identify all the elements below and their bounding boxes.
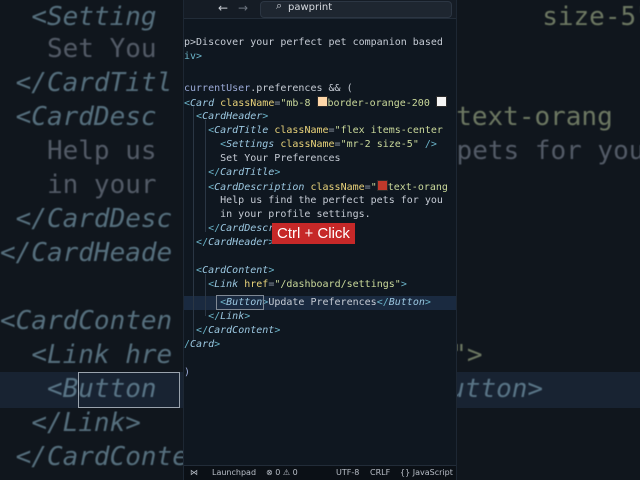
workspace-name: pawprint <box>288 2 333 13</box>
code-line: <Card className="mb-8 border-orange-200 <box>184 96 447 111</box>
code-line: <Settings className="mr-2 size-5" /> <box>220 139 437 150</box>
code-line: in your profile settings. <box>220 209 371 220</box>
code-line: iv> <box>184 51 203 62</box>
bg-line: </Link> <box>31 408 141 438</box>
bg-line: </CardConte <box>15 442 188 472</box>
code-line: p>Discover your perfect pet companion ba… <box>184 37 443 48</box>
code-line: Set Your Preferences <box>220 153 341 164</box>
code-line: /Card> <box>184 339 221 350</box>
bg-line: </CardTitl <box>15 68 173 98</box>
bg-line: Set You <box>46 34 157 64</box>
back-arrow-icon[interactable]: ← <box>218 1 228 15</box>
code-line: <CardDescription className=" text-orang <box>208 180 448 193</box>
bg-line: <CardConten <box>0 306 173 336</box>
search-icon: ⌕ <box>276 0 283 12</box>
background-selection-box <box>78 372 180 408</box>
problems-indicator[interactable]: ⊗ 0 ⚠ 0 <box>266 468 298 477</box>
code-line: </CardTitle> <box>208 167 281 178</box>
line-ending-indicator[interactable]: CRLF <box>370 468 390 477</box>
color-swatch-orange <box>316 96 328 107</box>
remote-icon[interactable]: ⋈ <box>190 468 198 477</box>
code-line: <CardTitle className="flex items-center <box>208 125 443 136</box>
code-line: currentUser.preferences && ( <box>184 83 353 94</box>
code-line: <CardContent> <box>196 265 275 276</box>
shortcut-overlay-badge: Ctrl + Click <box>272 223 355 244</box>
code-line: ) <box>184 367 191 378</box>
hover-selection-box <box>216 295 264 310</box>
status-bar: ⋈ Launchpad ⊗ 0 ⚠ 0 UTF-8 CRLF {} JavaSc… <box>184 465 456 480</box>
title-bar: ← → ⌕ pawprint <box>184 0 456 19</box>
encoding-indicator[interactable]: UTF-8 <box>336 468 359 477</box>
forward-arrow-icon[interactable]: → <box>238 1 248 15</box>
color-swatch-red <box>376 180 388 191</box>
language-mode[interactable]: {} JavaScript <box>400 468 453 477</box>
code-line: </CardDescr <box>208 223 275 234</box>
bg-line: </CardHeade <box>0 238 173 268</box>
bg-line: </CardDesc <box>15 204 173 234</box>
code-line: <Link href="/dashboard/settings"> <box>208 279 407 290</box>
launchpad-button[interactable]: Launchpad <box>212 468 256 477</box>
code-line: </CardHeader> <box>196 237 274 248</box>
code-line: Help us find the perfect pets for you <box>220 195 443 206</box>
bg-line: in your <box>46 170 157 200</box>
color-swatch-white <box>435 96 447 107</box>
code-line: </CardContent> <box>196 325 281 336</box>
code-line: </Link> <box>208 311 251 322</box>
code-line: <CardHeader> <box>196 111 269 122</box>
